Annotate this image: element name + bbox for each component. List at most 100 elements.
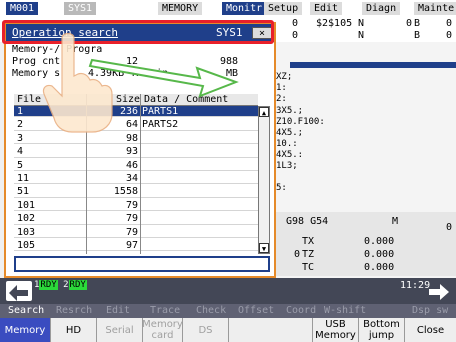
- menu-research[interactable]: Resrch: [56, 305, 92, 317]
- file-size: 79: [125, 199, 138, 211]
- search-input[interactable]: [14, 256, 270, 272]
- prog-cnt-total: 988: [220, 56, 239, 67]
- rdy1-indicator: RDY: [39, 280, 58, 290]
- softkey-memory[interactable]: Memory: [0, 318, 51, 342]
- file-size: 236: [119, 106, 138, 117]
- tz-value: 0.000: [364, 249, 395, 260]
- softkey-usb-memory[interactable]: USB Memory: [313, 318, 359, 342]
- tab-mainte[interactable]: Mainte: [414, 2, 456, 15]
- softkey-memory-card[interactable]: Memory card: [142, 318, 183, 342]
- rdy2-indicator: RDY: [68, 280, 87, 290]
- column-size[interactable]: Size: [116, 94, 140, 106]
- file-size: 79: [125, 213, 138, 225]
- file-number: 2: [17, 119, 24, 131]
- memory-size-value: 4.39KB: [88, 68, 125, 79]
- memory-size-label: Memory s: [12, 68, 61, 79]
- list-item[interactable]: 3 98: [14, 132, 258, 145]
- menu-search[interactable]: Search: [8, 305, 44, 317]
- tab-edit[interactable]: Edit: [310, 2, 343, 15]
- menu-coord[interactable]: Coord: [286, 305, 316, 317]
- program-line: 4X5.:: [276, 150, 304, 160]
- program-view-header-bar: [290, 62, 456, 68]
- status-bar: 1RDY 2RDY 11:29: [0, 278, 456, 304]
- file-number: 101: [17, 199, 36, 211]
- program-line: 5:: [276, 183, 287, 193]
- file-size: 46: [125, 159, 138, 171]
- softkey-bottom-jump[interactable]: Bottom jump: [359, 318, 405, 342]
- m-value: 0: [446, 222, 453, 233]
- function-menu: Search Resrch Edit Trace Check Offset Co…: [0, 304, 456, 318]
- rdy2-number: 2: [63, 280, 69, 290]
- program-number: M001: [6, 2, 39, 15]
- file-comment: PARTS1: [142, 106, 179, 117]
- column-comment[interactable]: Data / Comment: [144, 94, 228, 106]
- forward-arrow-icon[interactable]: [426, 282, 452, 302]
- menu-check[interactable]: Check: [196, 305, 226, 317]
- file-size: 98: [125, 132, 138, 144]
- list-item[interactable]: 5 46: [14, 160, 258, 171]
- file-comment: PARTS2: [142, 119, 179, 131]
- column-file[interactable]: File: [17, 94, 41, 106]
- hdr-val-i: B: [414, 30, 421, 41]
- tab-monitor[interactable]: Monitr: [222, 2, 267, 15]
- file-list-scrollbar[interactable]: ▲ ▼: [258, 106, 270, 254]
- scroll-up-icon[interactable]: ▲: [259, 107, 269, 117]
- tx-label: TX: [302, 236, 315, 247]
- prog-cnt-value: 12: [126, 56, 139, 67]
- softkey-close[interactable]: Close: [405, 318, 456, 342]
- operation-search-dialog: Operation search SYS1 × Memory-/ Progra …: [4, 22, 276, 278]
- softkey-ds[interactable]: DS: [183, 318, 229, 342]
- file-number: 105: [17, 240, 36, 251]
- column-divider: [86, 94, 87, 254]
- softkey-serial[interactable]: Serial: [97, 318, 143, 342]
- file-number: 11: [17, 173, 30, 184]
- hdr-val-c: N: [358, 18, 365, 29]
- hdr-val-g: 0: [292, 30, 299, 41]
- file-number: 4: [17, 146, 24, 158]
- file-number: 5: [17, 159, 24, 171]
- list-item[interactable]: 1 236 PARTS1: [14, 106, 258, 118]
- m-label: M: [392, 216, 399, 227]
- title-highlight: [2, 20, 274, 44]
- list-item[interactable]: 101 79: [14, 199, 258, 212]
- softkey-empty[interactable]: [229, 318, 313, 342]
- hdr-val-d: 0: [406, 18, 413, 29]
- file-number: 3: [17, 132, 24, 144]
- program-line: 2:: [276, 94, 287, 104]
- file-list: 1 236 PARTS1 2 64 PARTS2 3 98 4 93 5 46 …: [14, 106, 258, 254]
- file-number: 1: [17, 106, 24, 117]
- tab-setup[interactable]: Setup: [264, 2, 303, 15]
- list-item[interactable]: 103 79: [14, 227, 258, 238]
- memory-tab[interactable]: MEMORY: [158, 2, 203, 15]
- menu-edit[interactable]: Edit: [106, 305, 130, 317]
- program-line: 4X5.;: [276, 128, 304, 138]
- file-number: 51: [17, 186, 30, 198]
- tz-label: TZ: [302, 249, 315, 260]
- menu-trace[interactable]: Trace: [150, 305, 180, 317]
- program-line: 10.:: [276, 139, 298, 149]
- program-line: 1L3;: [276, 161, 298, 171]
- softkey-hd[interactable]: HD: [51, 318, 97, 342]
- list-item[interactable]: 4 93: [14, 146, 258, 158]
- menu-w-shift[interactable]: W-shift: [324, 305, 366, 317]
- hdr-val-a: 0: [292, 18, 299, 29]
- list-item[interactable]: 105 97: [14, 240, 258, 252]
- file-list-header: File Size Data / Comment: [14, 94, 258, 106]
- file-size: 64: [125, 119, 138, 131]
- program-line: 1:: [276, 83, 287, 93]
- scroll-down-icon[interactable]: ▼: [259, 243, 269, 253]
- memory-program-label: Memory-/ Progra: [12, 44, 103, 55]
- tc-value: 0.000: [364, 262, 395, 273]
- list-item[interactable]: 11 34: [14, 173, 258, 185]
- list-item[interactable]: 102 79: [14, 213, 258, 225]
- menu-offset[interactable]: Offset: [238, 305, 274, 317]
- list-item[interactable]: 2 64 PARTS2: [14, 119, 258, 131]
- hdr-val-f: 0: [446, 18, 453, 29]
- program-line: 3X5.;: [276, 106, 304, 116]
- menu-dsp-sw[interactable]: Dsp sw: [412, 305, 448, 317]
- list-item[interactable]: 51 1558: [14, 186, 258, 198]
- softkey-bar: Memory HD Serial Memory card DS USB Memo…: [0, 318, 456, 342]
- tab-diagn[interactable]: Diagn: [362, 2, 401, 15]
- hdr-val-e: B: [414, 18, 421, 29]
- back-arrow-icon[interactable]: [6, 281, 32, 301]
